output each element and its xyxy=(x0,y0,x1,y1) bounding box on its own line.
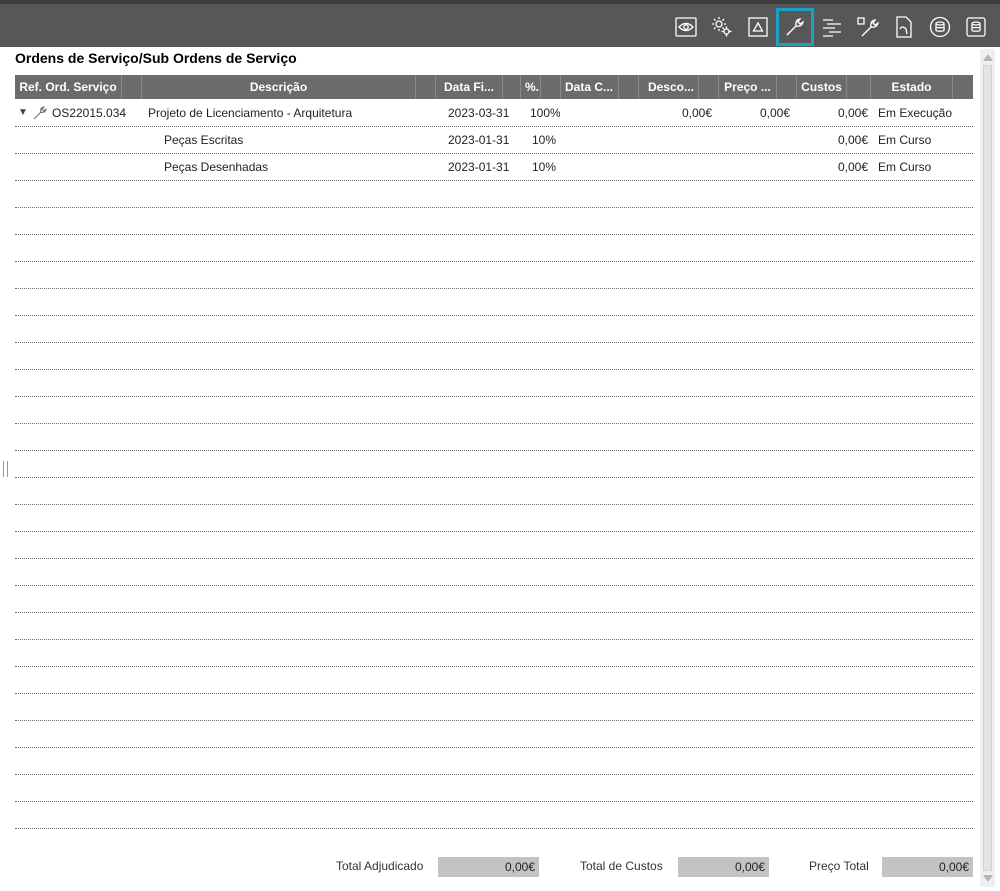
preco-total-label: Preço Total xyxy=(809,859,869,873)
column-header-desconto[interactable]: Desco... xyxy=(639,75,699,99)
scroll-up-icon[interactable] xyxy=(983,54,993,61)
eye-icon[interactable] xyxy=(669,10,703,44)
empty-row xyxy=(15,289,973,316)
empty-row xyxy=(15,424,973,451)
page-title: Ordens de Serviço/Sub Ordens de Serviço xyxy=(15,50,297,66)
empty-row xyxy=(15,613,973,640)
table-row[interactable]: Peças Escritas 2023-01-31 10% 0,00€ Em C… xyxy=(15,127,973,154)
expand-toggle-icon[interactable]: ▼ xyxy=(18,100,28,126)
total-adjudicado-field: 0,00€ xyxy=(438,857,539,877)
cell-pct: 10% xyxy=(532,133,557,147)
cell-custos: 0,00€ xyxy=(837,160,868,174)
cell-estado: Em Curso xyxy=(878,160,932,174)
empty-row xyxy=(15,748,973,775)
cell-desconto: 0,00€ xyxy=(681,106,712,120)
cell-custos: 0,00€ xyxy=(837,133,868,147)
column-resize-grip[interactable] xyxy=(699,75,719,99)
total-custos-field: 0,00€ xyxy=(678,857,769,877)
empty-row xyxy=(15,559,973,586)
empty-row xyxy=(15,586,973,613)
scroll-down-icon[interactable] xyxy=(983,875,993,882)
empty-row xyxy=(15,721,973,748)
wrench-square-icon[interactable] xyxy=(851,10,885,44)
wrench-icon xyxy=(31,104,49,122)
column-resize-grip[interactable] xyxy=(953,75,973,99)
empty-row xyxy=(15,451,973,478)
empty-row xyxy=(15,532,973,559)
column-header-data-fim[interactable]: Data Fi... xyxy=(436,75,503,99)
cell-estado: Em Execução xyxy=(878,106,953,120)
scrollbar-track[interactable] xyxy=(983,65,992,871)
column-header-descricao[interactable]: Descrição xyxy=(142,75,416,99)
grid-header: Ref. Ord. Serviço Descrição Data Fi... %… xyxy=(15,75,973,99)
column-header-label: Data Fi... xyxy=(443,80,494,94)
empty-row xyxy=(15,316,973,343)
cell-descricao: Projeto de Licenciamento - Arquitetura xyxy=(148,106,353,120)
column-header-data-c[interactable]: Data C... xyxy=(561,75,619,99)
gears-icon[interactable] xyxy=(705,10,739,44)
column-header-label: Preço ... xyxy=(724,80,771,94)
column-header-label: Desco... xyxy=(647,80,694,94)
column-resize-grip[interactable] xyxy=(503,75,521,99)
table-row[interactable]: ▼ OS22015.034 Projeto de Licenciamento -… xyxy=(15,100,973,127)
column-header-label: Data C... xyxy=(565,80,614,94)
cell-custos: 0,00€ xyxy=(837,106,868,120)
column-header-label: Custos xyxy=(801,80,842,94)
empty-row xyxy=(15,640,973,667)
cell-preco: 0,00€ xyxy=(759,106,790,120)
empty-row xyxy=(15,694,973,721)
cell-data-fim: 2023-01-31 xyxy=(448,133,510,147)
preco-total-field: 0,00€ xyxy=(882,857,973,877)
empty-row xyxy=(15,397,973,424)
database-box-icon[interactable] xyxy=(959,10,993,44)
empty-row xyxy=(15,235,973,262)
cell-pct: 10% xyxy=(532,160,557,174)
database-circle-icon[interactable] xyxy=(923,10,957,44)
empty-row xyxy=(15,505,973,532)
panel-splitter-handle[interactable] xyxy=(3,461,8,477)
column-header-estado[interactable]: Estado xyxy=(871,75,953,99)
empty-row xyxy=(15,802,973,829)
table-row[interactable]: Peças Desenhadas 2023-01-31 10% 0,00€ Em… xyxy=(15,154,973,181)
column-resize-grip[interactable] xyxy=(416,75,436,99)
empty-row xyxy=(15,262,973,289)
cell-descricao: Peças Desenhadas xyxy=(164,160,269,174)
document-icon[interactable] xyxy=(887,10,921,44)
cell-data-fim: 2023-03-31 xyxy=(448,106,510,120)
column-header-ref[interactable]: Ref. Ord. Serviço xyxy=(15,75,122,99)
cell-data-fim: 2023-01-31 xyxy=(448,160,510,174)
empty-row xyxy=(15,370,973,397)
column-resize-grip[interactable] xyxy=(541,75,561,99)
toolbar xyxy=(0,0,1000,47)
cell-estado: Em Curso xyxy=(878,133,932,147)
column-header-custos[interactable]: Custos xyxy=(797,75,847,99)
cell-descricao: Peças Escritas xyxy=(164,133,244,147)
column-resize-grip[interactable] xyxy=(122,75,142,99)
total-adjudicado-label: Total Adjudicado xyxy=(336,859,424,873)
cell-ref: OS22015.034 xyxy=(52,106,127,120)
wrench-icon[interactable] xyxy=(776,8,814,46)
empty-row xyxy=(15,208,973,235)
cell-pct: 100% xyxy=(530,106,560,120)
total-custos-label: Total de Custos xyxy=(580,859,663,873)
column-header-label: Ref. Ord. Serviço xyxy=(19,80,117,94)
column-resize-grip[interactable] xyxy=(847,75,871,99)
empty-row xyxy=(15,667,973,694)
gantt-icon[interactable] xyxy=(815,10,849,44)
column-resize-grip[interactable] xyxy=(619,75,639,99)
triangle-icon[interactable] xyxy=(741,10,775,44)
empty-row xyxy=(15,775,973,802)
column-header-pct[interactable]: %. xyxy=(521,75,541,99)
vertical-scrollbar[interactable] xyxy=(980,49,995,887)
column-header-label: %. xyxy=(525,80,540,94)
empty-row xyxy=(15,343,973,370)
column-header-label: Descrição xyxy=(249,80,308,94)
empty-row xyxy=(15,181,973,208)
column-header-label: Estado xyxy=(891,80,932,94)
column-header-preco[interactable]: Preço ... xyxy=(719,75,777,99)
column-resize-grip[interactable] xyxy=(777,75,797,99)
empty-row xyxy=(15,478,973,505)
